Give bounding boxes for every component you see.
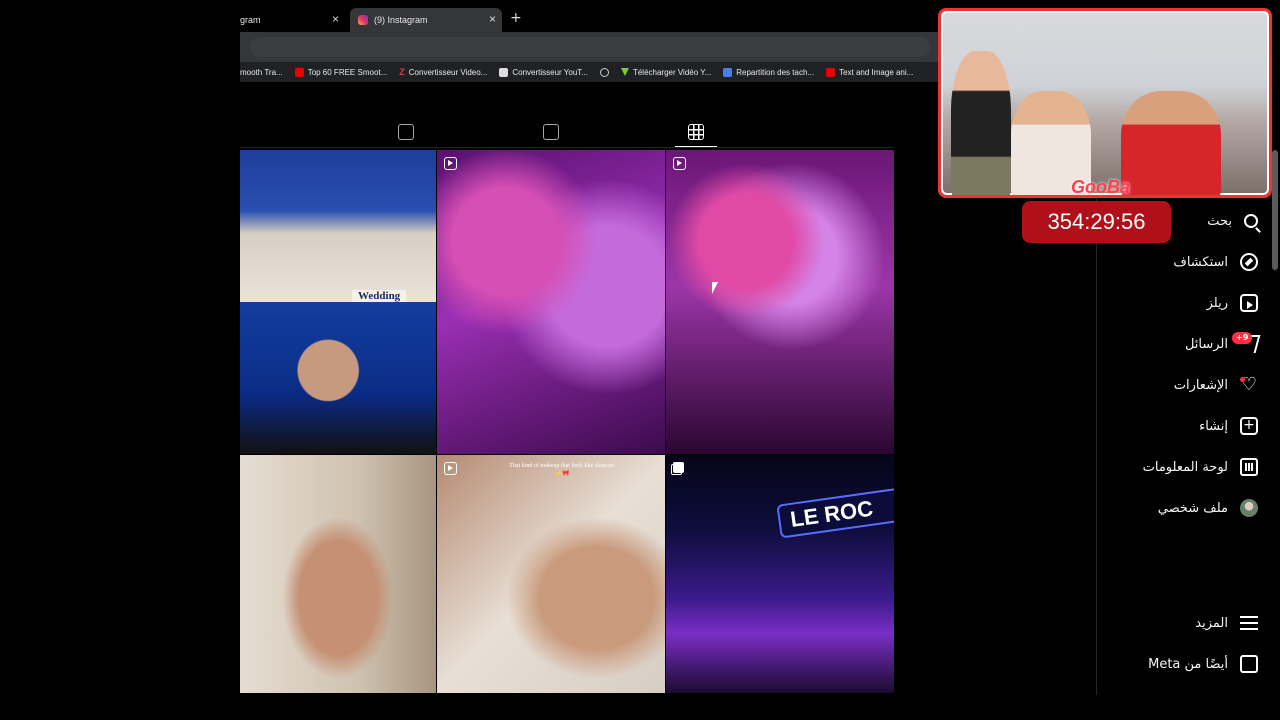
sidebar-item-label: استكشاف [1173,254,1228,270]
tab-title: (9) Instagram [374,15,428,25]
sidebar-item-label: إنشاء [1199,418,1228,434]
sidebar-item-label: أيضًا من Meta [1148,656,1228,672]
divider [240,147,894,148]
post-thumbnail[interactable] [240,455,436,693]
browser-tab-instagram-active[interactable]: (9) Instagram × [350,8,502,32]
sidebar-item-notifications[interactable]: ♡ الإشعارات [1174,373,1258,397]
sidebar-item-also-from-meta[interactable]: أيضًا من Meta [1148,652,1258,676]
webcam-logo-text: GooBa [1071,177,1131,197]
z-icon: Z [399,67,405,77]
sidebar-item-search[interactable]: بحث [1207,209,1258,233]
reels-icon [1240,294,1258,312]
menu-icon [1240,614,1258,632]
meta-apps-icon [1240,655,1258,673]
globe-icon [599,67,609,77]
scrollbar[interactable] [1272,150,1278,270]
plus-icon: + [1240,417,1258,435]
post-caption-text: Wedding [352,290,407,302]
browser-tab-instagram-previous[interactable]: gram × [240,8,345,32]
sidebar-item-label: المزيد [1195,615,1228,631]
webcam-overlay: GooBa [938,8,1272,198]
notification-dot [1240,377,1245,382]
post-thumbnail[interactable] [240,302,436,454]
search-icon [1244,214,1258,228]
reel-icon [444,157,457,170]
carousel-icon [673,462,684,473]
sidebar-item-label: ريلز [1206,295,1228,311]
youtube-icon [826,67,836,77]
bookmark-item[interactable] [599,67,609,77]
instagram-favicon-icon [358,15,368,25]
browser-tab-bar: gram × (9) Instagram × + [240,8,940,32]
bookmark-item[interactable]: Z Convertisseur Video... [399,67,487,77]
messages-badge: +9 [1232,332,1253,344]
sidebar-item-label: الإشعارات [1173,377,1228,393]
sidebar-item-reels[interactable]: ريلز [1207,291,1258,315]
posts-grid-tab-icon[interactable] [688,124,704,140]
bookmarks-bar: mooth Tra... Top 60 FREE Smoot... Z Conve… [240,62,938,82]
bookmark-item[interactable]: Text and Image ani... [826,67,913,77]
address-bar-row [240,32,938,62]
stream-timer: 354:29:56 [1022,201,1171,243]
bookmark-item[interactable]: Convertisseur YouT... [499,67,588,77]
sidebar-item-label: ملف شخصي [1157,500,1228,516]
bookmark-item[interactable]: Télécharger Vidéo Y... [620,68,711,77]
dashboard-icon [1240,458,1258,476]
post-thumbnail[interactable]: That kind of makeup that feels like skin… [437,455,665,693]
converter-icon [499,67,509,77]
address-bar[interactable] [250,37,930,57]
post-thumbnail[interactable] [666,150,894,454]
close-icon[interactable]: × [489,12,496,26]
sidebar-item-label: لوحة المعلومات [1142,459,1228,475]
mouse-cursor-icon [712,282,718,294]
streamer [951,51,1011,195]
sidebar-item-label: الرسائل [1184,336,1228,352]
streamer [1121,91,1221,195]
close-icon[interactable]: × [332,12,339,26]
bookmark-item[interactable]: Top 60 FREE Smoot... [294,67,387,77]
bookmark-item[interactable]: Repartition des tach... [723,67,814,77]
bookmark-item[interactable]: mooth Tra... [240,68,283,77]
avatar [1240,499,1258,517]
sidebar-item-label: بحث [1207,213,1232,229]
screen: gram × (9) Instagram × + mooth Tra... To… [0,0,1280,720]
tagged-tab-icon[interactable] [398,124,414,140]
download-icon [620,68,629,76]
reels-tab-icon[interactable] [543,124,559,140]
sidebar-item-more[interactable]: المزيد [1195,611,1258,635]
sidebar-item-explore[interactable]: استكشاف [1173,250,1258,274]
post-thumbnail[interactable]: Wedding [240,150,436,302]
post-caption-text: That kind of makeup that feels like skin… [509,463,615,477]
sidebar-item-profile[interactable]: ملف شخصي [1158,496,1258,520]
doc-icon [723,67,733,77]
sidebar-item-dashboard[interactable]: لوحة المعلومات [1143,455,1258,479]
new-tab-icon[interactable]: + [510,10,522,26]
reel-icon [444,462,457,475]
compass-icon [1240,253,1258,271]
youtube-icon [294,67,304,77]
post-thumbnail[interactable]: LE ROC [666,455,894,693]
tab-title: gram [240,15,261,25]
reel-icon [673,157,686,170]
sidebar-item-create[interactable]: + إنشاء [1199,414,1258,438]
post-thumbnail[interactable] [437,150,665,454]
post-sign-text: LE ROC [776,485,894,539]
